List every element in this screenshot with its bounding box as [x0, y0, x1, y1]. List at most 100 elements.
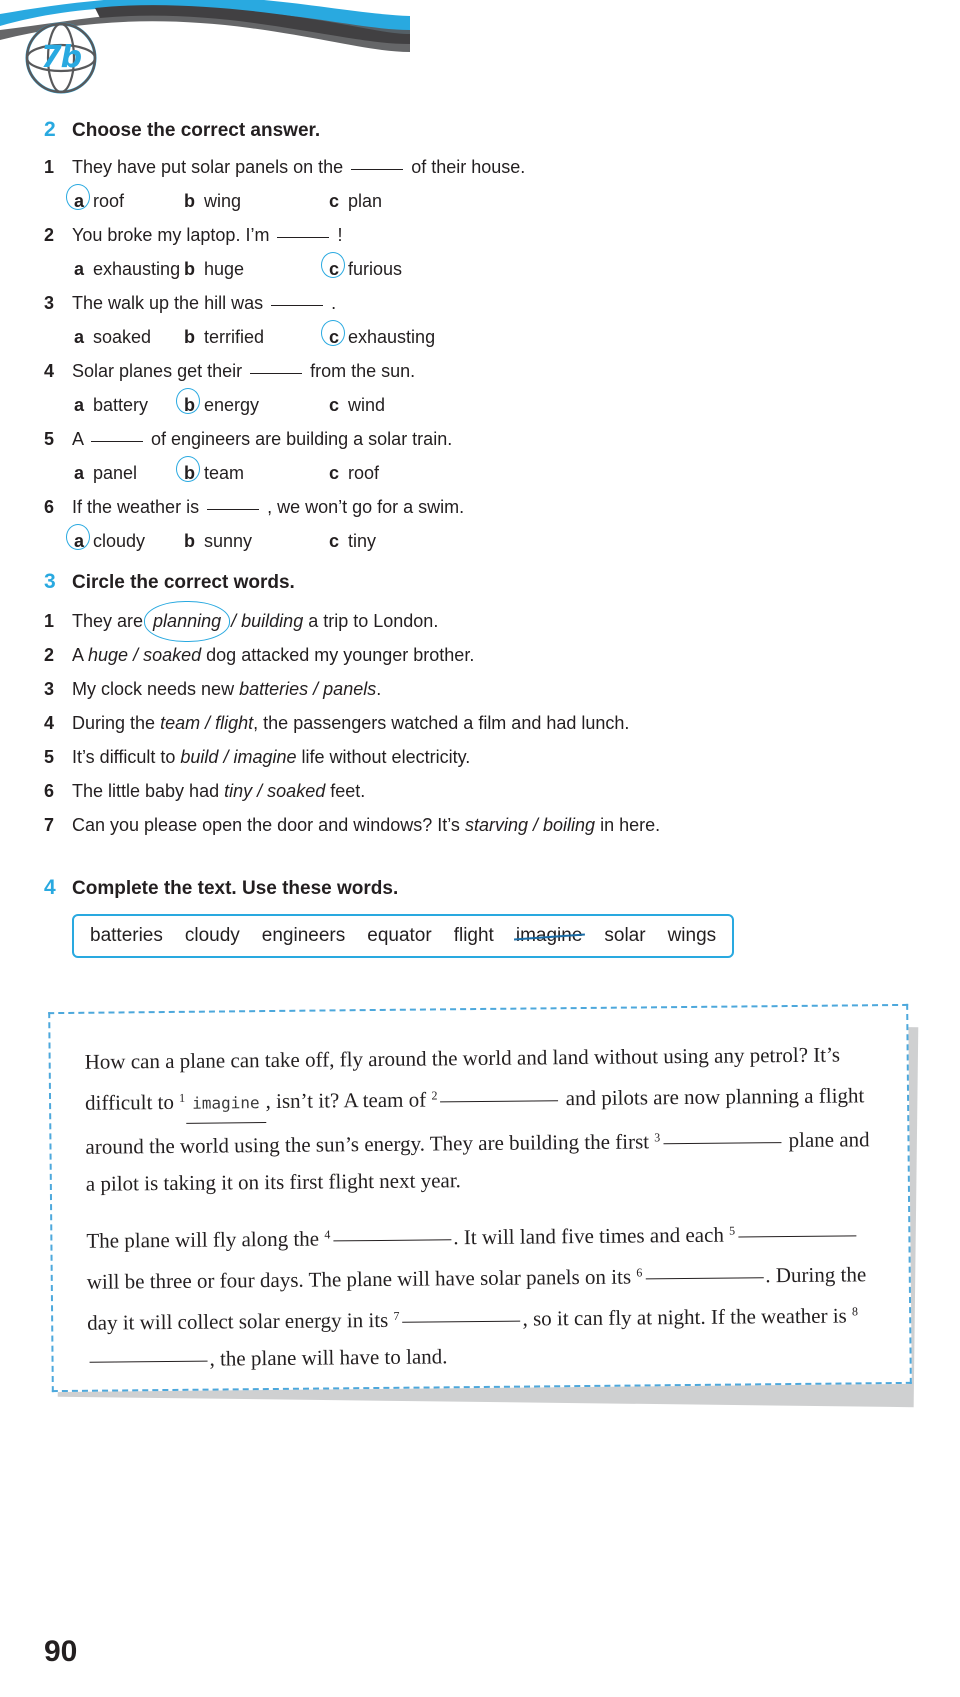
word-bank-item[interactable]: wings [668, 925, 717, 947]
choice-word-2[interactable]: soaked [267, 781, 325, 801]
question-text: They have put solar panels on the of the… [72, 157, 526, 177]
choice-word-2[interactable]: boiling [543, 815, 595, 835]
question-number: 6 [44, 497, 55, 517]
gap-number-6: 6 [636, 1265, 643, 1280]
choice-word-2[interactable]: flight [215, 713, 253, 733]
option-word: tiny [348, 531, 377, 551]
question-number: 1 [44, 611, 55, 631]
option-row: a battery b energy c wind [72, 388, 960, 422]
gap-blank-8[interactable] [89, 1360, 208, 1363]
exercise-2-number: 2 [44, 118, 56, 141]
answer-blank[interactable] [91, 441, 144, 442]
word-bank-item[interactable]: solar [604, 925, 645, 947]
gap-number-8: 8 [851, 1304, 859, 1319]
option-b[interactable]: b sunny [182, 524, 327, 558]
option-b[interactable]: b huge [182, 252, 327, 286]
question-row: 1 They have put solar panels on the of th… [44, 150, 960, 184]
question-text: Solar planes get their from the sun. [72, 361, 416, 381]
option-letter: b [184, 191, 195, 211]
exercise-3-items: 1 They are planning / building a trip to … [0, 601, 960, 842]
option-b[interactable]: b wing [182, 184, 327, 218]
choice-word-1[interactable]: build [180, 747, 218, 767]
option-a[interactable]: a panel [72, 456, 182, 490]
exercise-2-title: Choose the correct answer. [72, 120, 321, 141]
option-word: energy [204, 395, 260, 415]
circle-question-row: 2 A huge / soaked dog attacked my younger… [44, 638, 960, 672]
question-row: 2 You broke my laptop. I’m ! [44, 218, 960, 252]
choice-separator: / [223, 747, 229, 767]
answer-blank[interactable] [250, 373, 303, 374]
option-letter: a [65, 524, 91, 558]
option-b[interactable]: b team [176, 456, 327, 490]
choice-word-1[interactable]: planning [144, 601, 231, 642]
option-word: roof [93, 191, 125, 211]
gap-blank-6[interactable] [645, 1277, 764, 1280]
choice-separator: / [532, 815, 538, 835]
circle-question-row: 1 They are planning / building a trip to … [44, 601, 960, 642]
question-number: 5 [44, 429, 55, 449]
option-c[interactable]: c wind [327, 388, 447, 422]
question-text: They are planning / building a trip to L… [72, 601, 960, 642]
choice-separator: / [313, 679, 319, 699]
gap-number-2: 2 [431, 1088, 438, 1103]
answer-blank[interactable] [207, 509, 260, 510]
answer-blank[interactable] [277, 237, 330, 238]
paper-text: How can a plane can take off, fly around… [50, 1006, 914, 1394]
option-a[interactable]: a exhausting [72, 252, 182, 286]
option-b[interactable]: b terrified [182, 320, 327, 354]
choice-word-1[interactable]: huge [88, 645, 128, 665]
option-c[interactable]: c tiny [327, 524, 447, 558]
word-bank-item[interactable]: imagine [516, 925, 583, 947]
option-c[interactable]: c exhausting [320, 320, 447, 354]
circle-question-row: 7 Can you please open the door and window… [44, 808, 960, 842]
choice-word-1[interactable]: team [160, 713, 200, 733]
question-text: The walk up the hill was . [72, 293, 337, 313]
question-number: 4 [44, 361, 55, 381]
option-word: exhausting [93, 259, 181, 279]
option-b[interactable]: b energy [176, 388, 327, 422]
choice-separator: / [257, 781, 263, 801]
option-c[interactable]: c furious [320, 252, 447, 286]
gap-blank-4[interactable] [333, 1239, 452, 1242]
question-row: 3 The walk up the hill was . [44, 286, 960, 320]
question-number: 6 [44, 781, 55, 801]
gap-blank-3[interactable] [663, 1142, 782, 1145]
option-a[interactable]: a soaked [72, 320, 182, 354]
answer-blank[interactable] [271, 305, 324, 306]
choice-word-1[interactable]: tiny [224, 781, 252, 801]
word-bank-item[interactable]: engineers [262, 925, 345, 947]
option-letter: c [320, 320, 346, 354]
option-row: a soaked b terrified c exhausting [72, 320, 960, 354]
option-c[interactable]: c roof [327, 456, 447, 490]
question-number: 5 [44, 747, 55, 767]
option-letter: b [184, 327, 195, 347]
gap-blank-2[interactable] [440, 1100, 559, 1103]
page-number: 90 [44, 1635, 78, 1668]
choice-word-2[interactable]: imagine [233, 747, 296, 767]
gap-blank-7[interactable] [402, 1320, 521, 1323]
choice-word-1[interactable]: starving [465, 815, 528, 835]
option-c[interactable]: c plan [327, 184, 447, 218]
word-bank-item[interactable]: flight [454, 925, 494, 947]
choice-word-2[interactable]: building [241, 611, 303, 631]
question-row: 4 Solar planes get their from the sun. [44, 354, 960, 388]
option-letter: b [184, 259, 195, 279]
option-row: a exhausting b huge c furious [72, 252, 960, 286]
p1-part-b: , isn’t it? A team of [265, 1087, 427, 1114]
answer-blank[interactable] [351, 169, 404, 170]
choice-word-1[interactable]: batteries [239, 679, 308, 699]
word-bank-item[interactable]: cloudy [185, 925, 240, 947]
choice-word-2[interactable]: soaked [143, 645, 201, 665]
gap-number-4: 4 [324, 1227, 331, 1242]
option-a[interactable]: a cloudy [65, 524, 182, 558]
word-bank-item[interactable]: batteries [90, 925, 163, 947]
option-a[interactable]: a roof [65, 184, 182, 218]
option-word: wing [204, 191, 242, 211]
option-a[interactable]: a battery [72, 388, 182, 422]
choice-word-2[interactable]: panels [323, 679, 376, 699]
option-word: wind [348, 395, 386, 415]
option-word: panel [93, 463, 138, 483]
word-bank-item[interactable]: equator [367, 925, 431, 947]
gap-blank-5[interactable] [738, 1235, 857, 1238]
gap-answer-1[interactable]: imagine [186, 1084, 266, 1124]
